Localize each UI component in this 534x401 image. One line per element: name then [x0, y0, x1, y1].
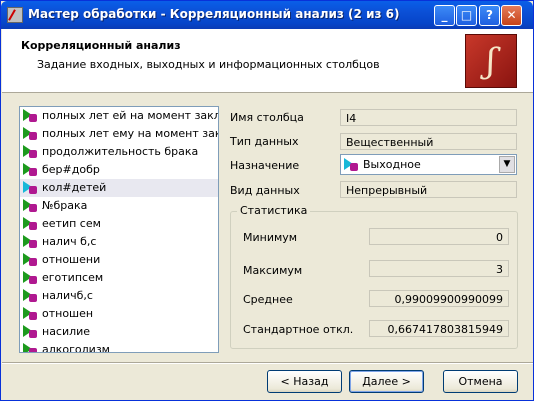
list-item-label: наличб,с	[42, 289, 93, 302]
list-item[interactable]: еготипсем	[20, 269, 218, 287]
input-column-icon	[23, 253, 39, 267]
list-item[interactable]: бер#добр	[20, 161, 218, 179]
list-item[interactable]: полных лет ему на момент закл...	[20, 125, 218, 143]
input-column-icon	[23, 235, 39, 249]
app-icon	[7, 7, 23, 23]
data-kind-label: Вид данных	[230, 184, 300, 197]
list-item-label: кол#детей	[42, 181, 107, 194]
window-title: Мастер обработки - Корреляционный анализ…	[28, 7, 400, 21]
list-item[interactable]: кол#детей	[20, 179, 218, 197]
wizard-window: Мастер обработки - Корреляционный анализ…	[0, 0, 534, 401]
app-logo-icon: ʃ	[465, 34, 517, 88]
purpose-select[interactable]: Выходное ▼	[340, 154, 517, 175]
list-item[interactable]: насилие	[20, 323, 218, 341]
list-item-label: №брака	[42, 199, 88, 212]
list-item-label: бер#добр	[42, 163, 100, 176]
list-item-label: отношен	[42, 307, 94, 320]
column-name-label: Имя столбца	[230, 111, 304, 124]
list-item-label: еготипсем	[42, 271, 104, 284]
list-item[interactable]: алкоголизм	[20, 341, 218, 353]
std-label: Стандартное откл.	[243, 323, 354, 336]
list-item[interactable]: наличб,с	[20, 287, 218, 305]
column-list[interactable]: полных лет ей на момент заклю... полных л…	[19, 106, 219, 353]
min-value: 0	[369, 228, 509, 245]
wizard-header: Корреляционный анализ Задание входных, в…	[2, 29, 533, 93]
header-title: Корреляционный анализ	[21, 39, 181, 52]
list-item[interactable]: отношен	[20, 305, 218, 323]
input-column-icon	[23, 271, 39, 285]
std-value: 0,667417803815949	[369, 320, 509, 337]
data-type-label: Тип данных	[230, 135, 299, 148]
input-column-icon	[23, 199, 39, 213]
max-value: 3	[369, 260, 509, 277]
minimize-button[interactable]: _	[434, 5, 455, 26]
purpose-label: Назначение	[230, 159, 300, 172]
input-column-icon	[23, 163, 39, 177]
purpose-value: Выходное	[363, 158, 421, 171]
list-item[interactable]: еетип сем	[20, 215, 218, 233]
min-label: Минимум	[243, 231, 298, 244]
footer-divider	[2, 362, 533, 364]
header-subtitle: Задание входных, выходных и информационн…	[37, 58, 380, 71]
title-bar[interactable]: Мастер обработки - Корреляционный анализ…	[1, 1, 533, 29]
list-item-label: отношени	[42, 253, 101, 266]
list-item[interactable]: налич б,с	[20, 233, 218, 251]
input-column-icon	[23, 325, 39, 339]
mean-label: Среднее	[243, 293, 293, 306]
back-button[interactable]: < Назад	[267, 370, 342, 393]
data-type-field: Вещественный	[340, 133, 517, 150]
cancel-button[interactable]: Отмена	[443, 370, 518, 393]
input-column-icon	[23, 145, 39, 159]
maximize-button[interactable]: □	[456, 5, 477, 26]
help-button[interactable]: ?	[479, 5, 500, 26]
next-button[interactable]: Далее >	[349, 370, 424, 393]
chevron-down-icon[interactable]: ▼	[499, 156, 515, 173]
list-item-label: налич б,с	[42, 235, 97, 248]
list-item-label: алкоголизм	[42, 343, 110, 353]
column-name-field: I4	[340, 109, 517, 126]
statistics-title: Статистика	[237, 204, 311, 217]
list-item-label: продолжительность брака	[42, 145, 199, 158]
input-column-icon	[23, 307, 39, 321]
input-column-icon	[23, 217, 39, 231]
mean-value: 0,99009900990099	[369, 290, 509, 307]
input-column-icon	[23, 289, 39, 303]
list-item[interactable]: продолжительность брака	[20, 143, 218, 161]
list-item-label: насилие	[42, 325, 91, 338]
list-item[interactable]: полных лет ей на момент заклю...	[20, 107, 218, 125]
list-item[interactable]: отношени	[20, 251, 218, 269]
output-column-icon	[344, 158, 360, 172]
list-item[interactable]: №брака	[20, 197, 218, 215]
input-column-icon	[23, 127, 39, 141]
list-item-label: полных лет ему на момент закл...	[42, 127, 218, 140]
input-column-icon	[23, 109, 39, 123]
list-item-label: еетип сем	[42, 217, 101, 230]
list-item-label: полных лет ей на момент заклю...	[42, 109, 218, 122]
input-column-icon	[23, 343, 39, 352]
output-column-icon	[23, 181, 39, 195]
close-button[interactable]: ✕	[501, 5, 522, 26]
max-label: Максимум	[243, 264, 303, 277]
data-kind-field: Непрерывный	[340, 181, 517, 198]
